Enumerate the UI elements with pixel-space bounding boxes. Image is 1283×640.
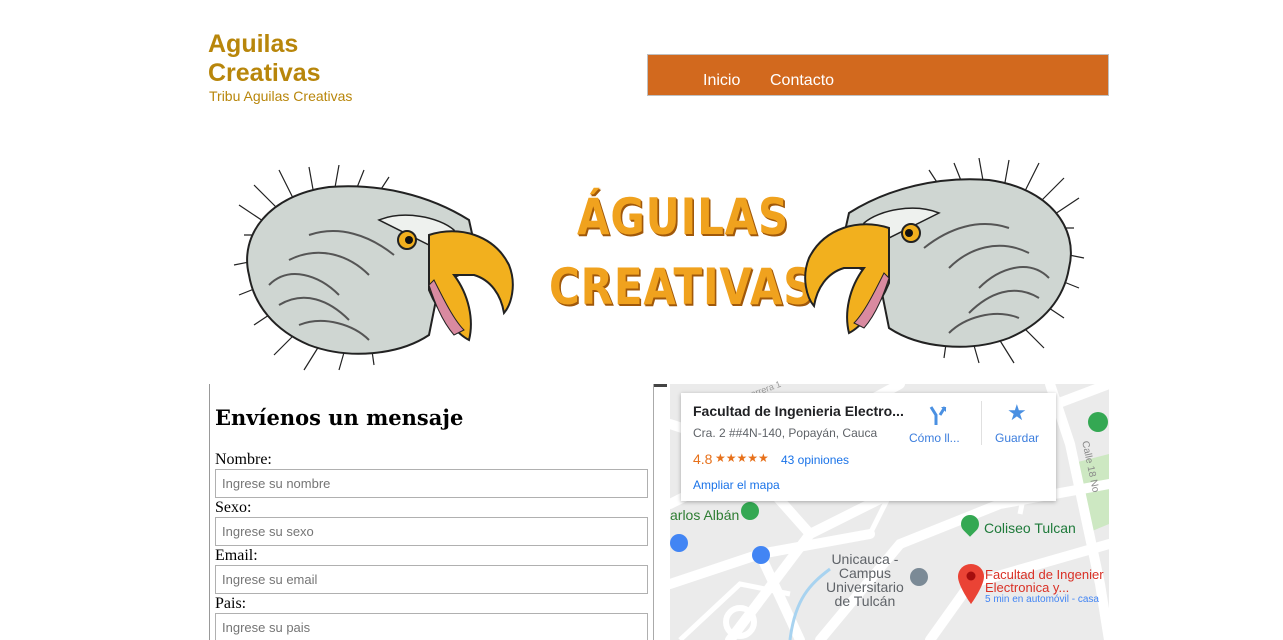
banner-title-line1: ÁGUILAS [577, 188, 790, 246]
nombre-label: Nombre: [215, 451, 272, 468]
map-marker-icon[interactable] [958, 564, 984, 604]
nav-item-inicio[interactable]: Inicio [703, 72, 740, 90]
place-name: Facultad de Ingenieria Electro... [693, 403, 904, 419]
park-icon[interactable] [1088, 412, 1108, 432]
nombre-input[interactable] [215, 469, 648, 498]
email-label: Email: [215, 547, 258, 564]
eagle-right-icon [804, 158, 1085, 364]
enlarge-map-link[interactable]: Ampliar el mapa [693, 478, 780, 492]
sexo-input[interactable] [215, 517, 648, 546]
shopping-cart-icon[interactable] [752, 546, 770, 564]
directions-icon [929, 406, 947, 425]
card-divider [981, 401, 982, 445]
pais-input[interactable] [215, 613, 648, 640]
park-icon[interactable] [741, 502, 759, 520]
place-address: Cra. 2 ##4N-140, Popayán, Cauca [693, 426, 878, 440]
directions-label: Cómo ll... [909, 431, 960, 445]
banner-title-line2: CREATIVAS [549, 258, 815, 316]
banner-image: ÁGUILAS CREATIVAS [209, 140, 1109, 384]
map-label-campus[interactable]: Unicauca - Campus Universitario de Tulcá… [826, 552, 904, 608]
place-rating: 4.8 [693, 451, 713, 467]
directions-button[interactable]: Cómo ll... [901, 401, 971, 451]
map-label-coliseo[interactable]: Coliseo Tulcan [984, 520, 1076, 536]
sexo-label: Sexo: [215, 499, 252, 516]
form-scrollbar[interactable] [653, 384, 667, 640]
site-title[interactable]: Aguilas Creativas [208, 30, 408, 88]
shopping-icon[interactable] [670, 534, 688, 552]
school-icon[interactable] [910, 568, 928, 586]
save-button[interactable]: ★ Guardar [987, 401, 1049, 451]
map-label-carlos-alban[interactable]: arlos Albán [670, 507, 739, 523]
star-icon: ★ [1007, 401, 1027, 426]
main-nav: Inicio Contacto [647, 54, 1109, 96]
eagle-left-icon [233, 165, 514, 371]
rating-stars-icon: ★★★★★ [715, 451, 769, 465]
form-heading: Envíenos un mensaje [215, 405, 464, 430]
pais-label: Pais: [215, 595, 247, 612]
map-info-card: Facultad de Ingenieria Electro... Cra. 2… [681, 393, 1056, 501]
reviews-link[interactable]: 43 opiniones [781, 453, 849, 467]
nav-item-contacto[interactable]: Contacto [770, 72, 834, 90]
email-input[interactable] [215, 565, 648, 594]
save-label: Guardar [995, 431, 1040, 445]
map-label-facultad[interactable]: Facultad de Ingenier Electronica y... [985, 568, 1104, 594]
site-tagline: Tribu Aguilas Creativas [209, 88, 353, 104]
map-label-drive-time: 5 min en automóvil - casa [985, 594, 1099, 605]
